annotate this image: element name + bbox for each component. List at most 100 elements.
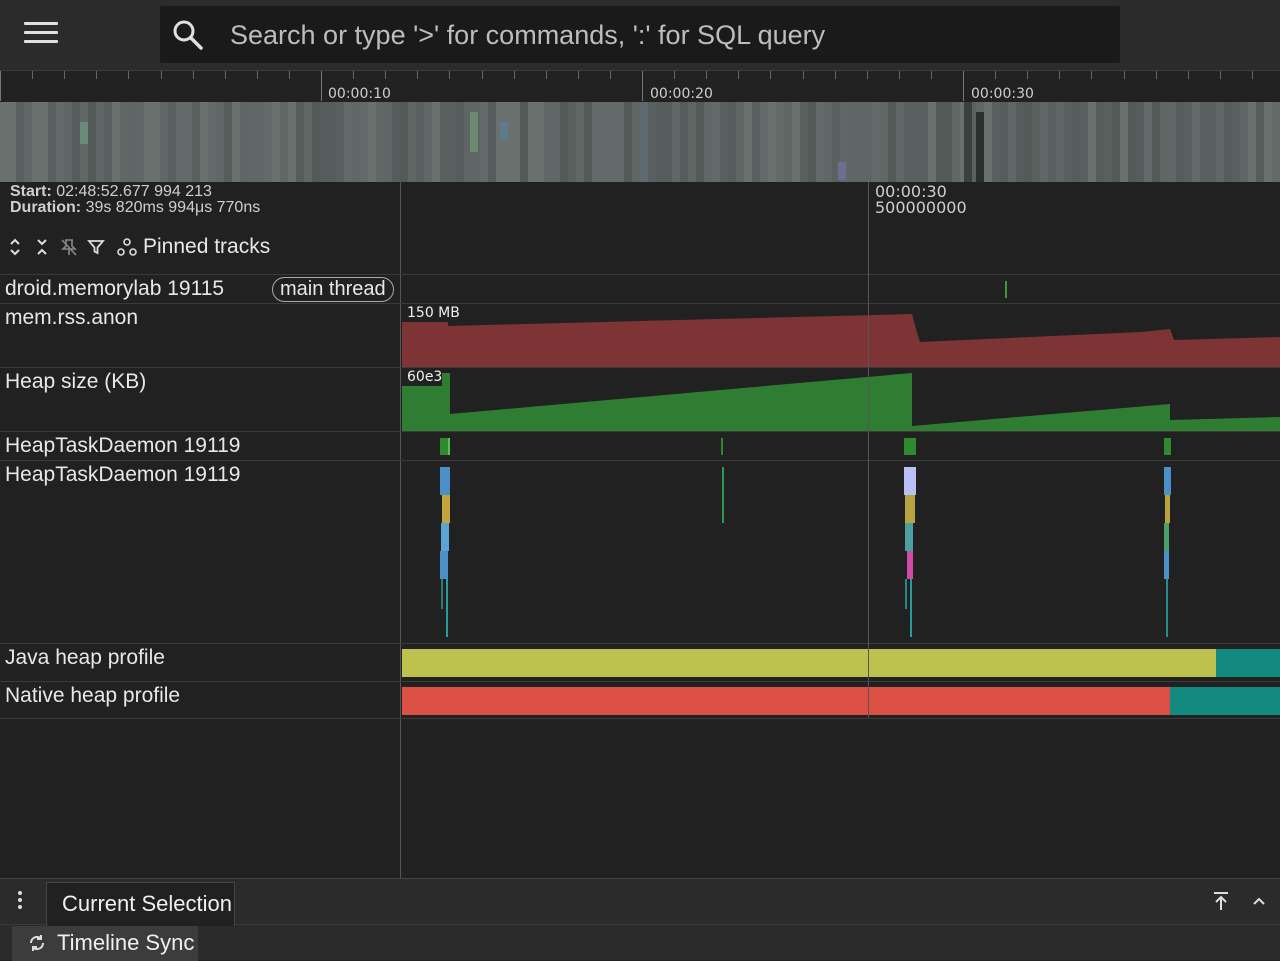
overview-column: [568, 102, 576, 182]
slice: [1164, 551, 1169, 579]
track-java-heap-profile[interactable]: Java heap profile: [0, 643, 1280, 681]
omnibox[interactable]: [160, 6, 1120, 63]
timeline-sync-button[interactable]: Timeline Sync: [12, 926, 198, 961]
overview-column: [1256, 102, 1264, 182]
ruler-tick: [931, 71, 932, 79]
thread-state-body[interactable]: [402, 275, 1280, 303]
overview-column: [784, 102, 792, 182]
track-heaptaskdaemon-state[interactable]: HeapTaskDaemon 19119: [0, 431, 1280, 460]
rss-counter-body[interactable]: 150 MB: [402, 304, 1280, 367]
slice: [1164, 523, 1169, 551]
ruler-tick: [1188, 71, 1189, 79]
overview-column: [600, 102, 608, 182]
overview-accent: [964, 102, 972, 182]
overview-column: [376, 102, 384, 182]
overview-column: [360, 102, 368, 182]
overview-column: [88, 102, 96, 182]
thread-state-body[interactable]: [402, 432, 1280, 460]
track-mem-rss-anon[interactable]: mem.rss.anon 150 MB: [0, 303, 1280, 367]
overview-column: [888, 102, 896, 182]
menu-icon[interactable]: [24, 22, 58, 48]
duration-value: 39s 820ms 994μs 770ns: [85, 199, 261, 216]
track-heap-size[interactable]: Heap size (KB) 60e3: [0, 367, 1280, 431]
overview-column: [1128, 102, 1136, 182]
slice: [907, 551, 913, 579]
overview-column: [1184, 102, 1192, 182]
start-value: 02:48:52.677 994 213: [56, 183, 212, 200]
overview-column: [200, 102, 208, 182]
overview-column: [40, 102, 48, 182]
overview-column: [904, 102, 912, 182]
ruler-tick: [32, 71, 33, 79]
more-options-icon[interactable]: [14, 891, 26, 913]
java-heap-profile-tail: [1216, 649, 1280, 677]
unpin-icon[interactable]: [56, 235, 81, 259]
overview-column: [496, 102, 504, 182]
workspace-icon[interactable]: [114, 235, 139, 259]
track-label: Java heap profile: [5, 646, 165, 669]
overview-column: [504, 102, 512, 182]
ruler-tick: [96, 71, 97, 79]
overview-column: [184, 102, 192, 182]
java-heap-profile-body[interactable]: [402, 644, 1280, 681]
overview-column: [176, 102, 184, 182]
overview-column: [544, 102, 552, 182]
chevron-up-icon[interactable]: [1246, 888, 1272, 914]
overview-column: [1240, 102, 1248, 182]
overview-column: [488, 102, 496, 182]
overview-column: [872, 102, 880, 182]
overview-column: [1160, 102, 1168, 182]
track-heaptaskdaemon-slices[interactable]: HeapTaskDaemon 19119: [0, 460, 1280, 643]
overview-column: [320, 102, 328, 182]
overview-column: [760, 102, 768, 182]
overview-column: [1104, 102, 1112, 182]
overview-column: [920, 102, 928, 182]
overview-column: [856, 102, 864, 182]
ruler-tick: [803, 71, 804, 79]
overview-column: [912, 102, 920, 182]
overview-column: [1064, 102, 1072, 182]
ruler-tick: [257, 71, 258, 79]
thread-slice: [721, 438, 723, 455]
overview-column: [368, 102, 376, 182]
search-input[interactable]: [230, 14, 1100, 56]
native-heap-profile-body[interactable]: [402, 682, 1280, 719]
overview-column: [328, 102, 336, 182]
filter-icon[interactable]: [83, 235, 108, 259]
ruler-tick: [417, 71, 418, 79]
overview-column: [576, 102, 584, 182]
overview-column: [280, 102, 288, 182]
overview-column: [136, 102, 144, 182]
timeline-header: 00:00:30 500000000: [402, 182, 1280, 274]
cursor-time-label: 00:00:30 500000000: [875, 184, 967, 216]
slice: [910, 579, 912, 637]
tab-current-selection[interactable]: Current Selection: [46, 882, 235, 926]
collapse-all-icon[interactable]: [29, 235, 54, 259]
heap-counter-body[interactable]: 60e3: [402, 368, 1280, 431]
overview-column: [704, 102, 712, 182]
maximize-panel-icon[interactable]: [1208, 888, 1234, 914]
overview-column: [608, 102, 616, 182]
ruler-tick: [738, 71, 739, 79]
trace-info: Start: 02:48:52.677 994 213 Duration: 39…: [10, 184, 260, 216]
ruler-tick: [482, 71, 483, 79]
expand-all-icon[interactable]: [2, 235, 27, 259]
overview-column: [56, 102, 64, 182]
ruler-tick: [1156, 71, 1157, 79]
duration-label: Duration:: [10, 199, 82, 216]
overview-column: [64, 102, 72, 182]
time-ruler[interactable]: 00:00:10 00:00:20 00:00:30: [0, 70, 1280, 102]
track-native-heap-profile[interactable]: Native heap profile: [0, 681, 1280, 719]
pinned-tracks-label: Pinned tracks: [143, 235, 271, 258]
slice: [905, 579, 907, 609]
overview-column: [32, 102, 40, 182]
timeline-overview[interactable]: [0, 102, 1280, 182]
ruler-tick: [289, 71, 290, 79]
slice-track-body[interactable]: [402, 461, 1280, 643]
overview-column: [144, 102, 152, 182]
overview-column: [592, 102, 600, 182]
overview-column: [72, 102, 80, 182]
ruler-tick: [64, 71, 65, 79]
track-main-thread[interactable]: droid.memorylab 19115 main thread: [0, 274, 1280, 303]
overview-column: [656, 102, 664, 182]
